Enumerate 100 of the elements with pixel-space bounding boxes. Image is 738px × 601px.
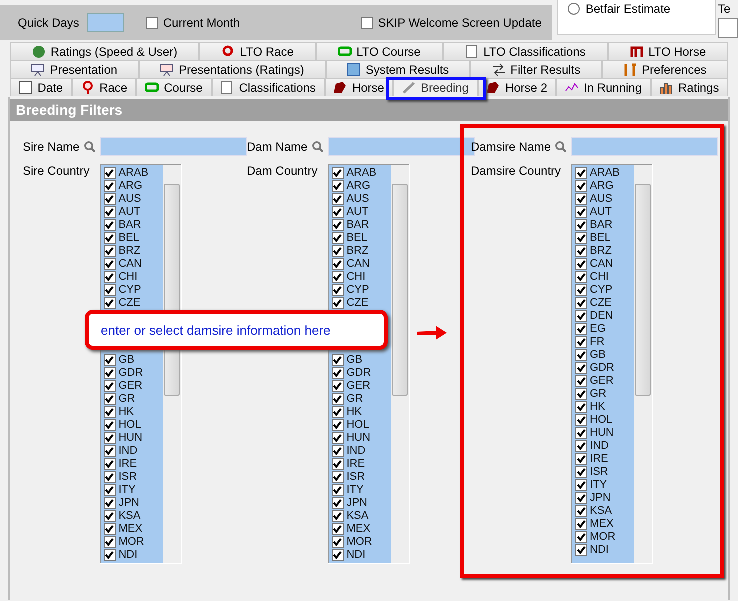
checkbox[interactable]: [575, 206, 588, 218]
checkbox[interactable]: [575, 440, 588, 452]
checkbox[interactable]: [104, 406, 116, 418]
checkbox[interactable]: [332, 470, 344, 482]
tab[interactable]: Horse 2: [478, 78, 556, 96]
tab[interactable]: Race: [72, 78, 136, 96]
checkbox[interactable]: [104, 258, 116, 270]
tab[interactable]: System Results: [326, 60, 470, 78]
tab[interactable]: Presentation: [10, 60, 139, 78]
name-field[interactable]: [100, 137, 247, 156]
checkbox[interactable]: [104, 484, 116, 496]
checkbox[interactable]: [361, 16, 374, 28]
name-field[interactable]: [571, 137, 718, 156]
checkbox[interactable]: [332, 180, 344, 192]
checkbox[interactable]: [104, 470, 116, 482]
tab[interactable]: Horse: [324, 78, 394, 96]
checkbox[interactable]: [104, 366, 116, 378]
checkbox[interactable]: [332, 206, 344, 218]
checkbox[interactable]: [332, 296, 344, 308]
tab[interactable]: Filter Results: [470, 60, 602, 78]
checkbox[interactable]: [104, 218, 116, 230]
checkbox[interactable]: [575, 336, 588, 348]
checkbox[interactable]: [104, 458, 116, 470]
checkbox[interactable]: [575, 322, 588, 334]
checkbox[interactable]: [332, 270, 344, 282]
checkbox[interactable]: [575, 388, 588, 400]
checkbox[interactable]: [104, 206, 116, 218]
checkbox[interactable]: [104, 180, 116, 192]
search-icon[interactable]: [84, 140, 96, 152]
checkbox[interactable]: [104, 244, 116, 256]
tab[interactable]: Classifications: [212, 78, 325, 96]
checkbox[interactable]: [104, 166, 116, 178]
checkbox[interactable]: [575, 270, 588, 282]
checkbox[interactable]: [575, 426, 588, 438]
scrollbar[interactable]: [390, 165, 409, 563]
checkbox[interactable]: [332, 432, 344, 444]
checkbox[interactable]: [332, 218, 344, 230]
checkbox[interactable]: [332, 496, 344, 508]
checkbox[interactable]: [575, 544, 588, 556]
checkbox[interactable]: [104, 418, 116, 430]
checkbox[interactable]: [332, 406, 344, 418]
checkbox[interactable]: [332, 354, 344, 366]
checkbox[interactable]: [575, 296, 588, 308]
checkbox[interactable]: [332, 380, 344, 392]
checkbox[interactable]: [575, 284, 588, 296]
checkbox[interactable]: [104, 380, 116, 392]
checkbox[interactable]: [104, 392, 116, 404]
checkbox[interactable]: [104, 496, 116, 508]
checkbox[interactable]: [332, 548, 344, 560]
checkbox[interactable]: [575, 310, 588, 322]
checkbox[interactable]: [575, 466, 588, 478]
checkbox[interactable]: [104, 284, 116, 296]
checkbox[interactable]: [104, 232, 116, 244]
checkbox[interactable]: [332, 258, 344, 270]
tab[interactable]: In Running: [556, 78, 651, 96]
checkbox[interactable]: [575, 530, 588, 542]
checkbox[interactable]: [332, 522, 344, 534]
tab[interactable]: Preferences: [602, 60, 728, 78]
checkbox[interactable]: [332, 458, 344, 470]
checkbox[interactable]: [332, 192, 344, 204]
quick-days-field[interactable]: [87, 13, 124, 32]
checkbox[interactable]: [575, 504, 588, 516]
checkbox[interactable]: [332, 392, 344, 404]
checkbox[interactable]: [332, 284, 344, 296]
tab[interactable]: LTO Classifications: [442, 42, 608, 60]
checkbox[interactable]: [332, 418, 344, 430]
checkbox[interactable]: [575, 492, 588, 504]
checkbox[interactable]: [575, 180, 588, 192]
checkbox[interactable]: [104, 510, 116, 522]
search-icon[interactable]: [555, 140, 568, 152]
checkbox[interactable]: [332, 244, 344, 256]
checkbox[interactable]: [104, 296, 116, 308]
checkbox[interactable]: [575, 232, 588, 244]
checkbox[interactable]: [332, 232, 344, 244]
checkbox[interactable]: [575, 348, 588, 360]
tab[interactable]: Date: [10, 78, 72, 96]
tab[interactable]: Ratings (Speed & User): [10, 42, 200, 60]
checkbox[interactable]: [575, 374, 588, 386]
checkbox[interactable]: [104, 444, 116, 456]
checkbox[interactable]: [104, 270, 116, 282]
checkbox[interactable]: [575, 400, 588, 412]
checkbox[interactable]: [332, 366, 344, 378]
checkbox[interactable]: [146, 16, 158, 28]
checkbox[interactable]: [575, 518, 588, 530]
tab[interactable]: Course: [136, 78, 212, 96]
checkbox[interactable]: [104, 432, 116, 444]
tab[interactable]: Presentations (Ratings): [138, 60, 326, 78]
search-icon[interactable]: [312, 140, 324, 152]
checkbox[interactable]: [332, 484, 344, 496]
checkbox[interactable]: [575, 218, 588, 230]
checkbox[interactable]: [332, 166, 344, 178]
checkbox[interactable]: [575, 166, 588, 178]
checkbox[interactable]: [575, 362, 588, 374]
checkbox[interactable]: [575, 414, 588, 426]
checkbox[interactable]: [104, 522, 116, 534]
input-field[interactable]: [718, 18, 738, 38]
checkbox[interactable]: [104, 192, 116, 204]
checkbox[interactable]: [575, 244, 588, 256]
checkbox[interactable]: [575, 192, 588, 204]
checkbox[interactable]: [332, 444, 344, 456]
